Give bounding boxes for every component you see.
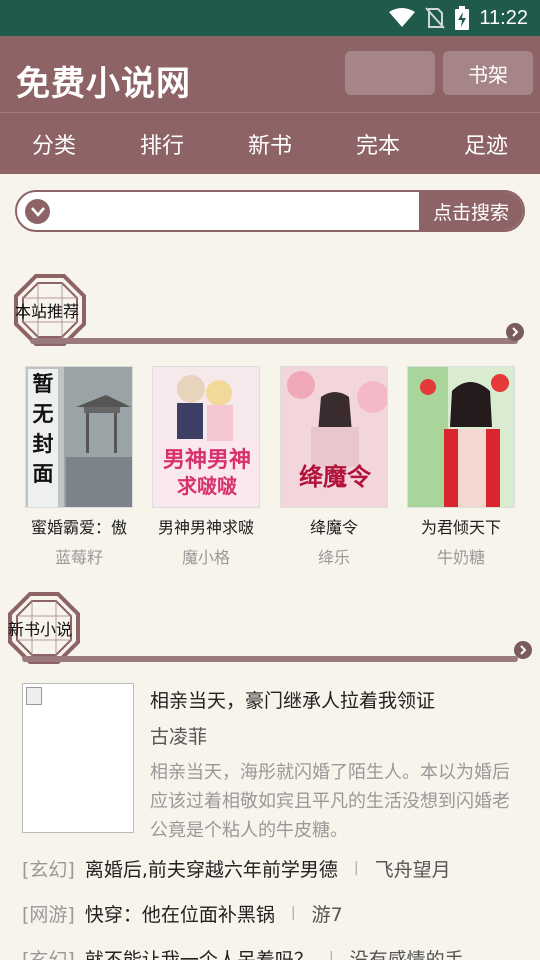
list-item-author: 飞舟望月 [374,858,451,881]
bookshelf-button[interactable]: 书架 [443,51,533,95]
list-item-title[interactable]: 离婚后,前夫穿越六年前学男德 [85,855,338,882]
no-sim-icon [425,7,446,29]
book-author: 魔小格 [181,548,230,567]
list-item[interactable]: [玄幻] 离婚后,前夫穿越六年前学男德 | 飞舟望月 [22,850,540,886]
newbooks-section-header: 新书小说 [0,592,540,672]
status-time: 11:22 [479,6,528,29]
list-item[interactable]: [网游] 快穿：他在位面补黑锅 | 游7 [22,895,540,931]
search-button[interactable]: 点击搜索 [419,192,523,230]
book-cover[interactable]: 绛魔令 [280,366,388,508]
chevron-right-icon[interactable] [514,641,532,659]
status-bar: 11:22 [0,0,540,36]
app-title: 免费小说网 [16,64,191,104]
book-author: 蓝莓籽 [54,548,103,567]
svg-text:求啵啵: 求啵啵 [177,474,238,498]
app-header: 免费小说网 书架 [0,36,540,112]
svg-text:面: 面 [33,462,54,486]
book-title: 男神男神求啵 [157,518,254,537]
section-title: 本站推荐 [15,302,80,321]
book-author: 牛奶糖 [436,548,485,567]
list-item-separator: | [290,905,296,921]
list-item-title[interactable]: 就不能让我一个人呆着吗？ [85,945,313,960]
list-item-category: [网游] [22,903,75,926]
book-card[interactable]: 暂 无 封 面 蜜婚霸爱：傲 蓝莓籽 [24,366,134,568]
header-blank-button[interactable] [345,51,435,95]
book-card[interactable]: 绛魔令 绛魔令 绛乐 [279,366,389,568]
list-item-category: [玄幻] [22,948,75,960]
svg-text:暂: 暂 [33,372,54,396]
book-card[interactable]: 男神男神 求啵啵 男神男神求啵 魔小格 [151,366,261,568]
nav-item-new[interactable]: 新书 [216,113,324,174]
chevron-down-icon[interactable] [25,199,50,224]
chevron-right-icon[interactable] [506,323,524,341]
book-title: 绛魔令 [309,518,358,537]
list-item-title[interactable]: 快穿：他在位面补黑锅 [85,900,275,927]
nav-item-ranking[interactable]: 排行 [108,113,216,174]
list-item-author: 没有感情的手 [349,948,464,960]
section-title: 新书小说 [8,620,73,639]
svg-text:封: 封 [33,432,54,456]
section-divider [22,656,518,662]
featured-book-cover[interactable] [22,683,134,833]
book-cover[interactable] [407,366,515,508]
book-title: 为君倾天下 [420,518,501,537]
section-divider [30,338,518,344]
search-bar: 点击搜索 [15,190,525,232]
battery-charging-icon [455,6,470,30]
svg-text:绛魔令: 绛魔令 [299,463,372,491]
nav-item-category[interactable]: 分类 [0,113,108,174]
main-nav: 分类 排行 新书 完本 足迹 [0,112,540,174]
book-cover[interactable]: 暂 无 封 面 [25,366,133,508]
book-cover[interactable]: 男神男神 求啵啵 [152,366,260,508]
svg-text:男神男神: 男神男神 [163,447,251,473]
list-item-category: [玄幻] [22,858,75,881]
status-icons: 11:22 [389,0,528,36]
nav-item-finished[interactable]: 完本 [324,113,432,174]
wifi-icon [389,8,416,27]
book-title: 蜜婚霸爱：傲 [30,518,127,537]
search-input[interactable] [59,192,419,230]
svg-text:无: 无 [33,402,54,426]
featured-book-description: 相亲当天，海彤就闪婚了陌生人。本以为婚后应该过着相敬如宾且平凡的生活没想到闪婚老… [150,762,510,841]
list-item[interactable]: [玄幻] 就不能让我一个人呆着吗？ | 没有感情的手 [22,940,540,960]
list-item-author: 游7 [311,903,343,926]
featured-book-title[interactable]: 相亲当天，豪门继承人拉着我领证 [150,686,435,713]
book-author: 绛乐 [317,548,350,567]
list-item-separator: | [328,950,334,960]
recommend-section-header: 本站推荐 [0,274,540,354]
featured-book-author: 古凌菲 [150,726,208,748]
book-card[interactable]: 为君倾天下 牛奶糖 [406,366,516,568]
broken-image-icon [26,687,42,705]
list-item-separator: | [353,860,359,876]
nav-item-history[interactable]: 足迹 [432,113,540,174]
